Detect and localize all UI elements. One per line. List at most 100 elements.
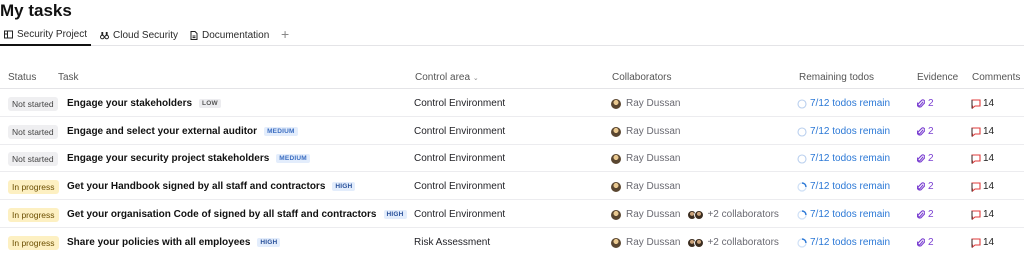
task-title[interactable]: Share your policies with all employees [67, 237, 250, 248]
more-collaborators[interactable]: +2 collaborators [707, 237, 778, 248]
comments-value: 14 [983, 98, 995, 109]
status-badge[interactable]: In progress [8, 179, 59, 194]
evidence-count[interactable]: 2 [917, 229, 934, 255]
column-control-area[interactable]: Control area ⌄ [415, 72, 479, 83]
board-icon [4, 30, 13, 39]
task-title[interactable]: Get your Handbook signed by all staff an… [67, 181, 325, 192]
control-area-label: Control Environment [414, 181, 506, 192]
avatar [611, 237, 621, 248]
comments-value: 14 [983, 209, 995, 220]
table-row[interactable]: Not started Engage your stakeholders LOW Co… [0, 90, 1024, 117]
comment-flag-icon [971, 98, 981, 109]
collaborators-cell[interactable]: Ray Dussan +2 collaborators [611, 201, 779, 228]
status-badge[interactable]: Not started [8, 96, 58, 111]
control-area-cell: Control Environment [414, 201, 505, 228]
evidence-count[interactable]: 2 [917, 145, 934, 172]
comments-value: 14 [983, 153, 995, 164]
status-cell: Not started [8, 118, 58, 145]
status-badge[interactable]: In progress [8, 235, 59, 250]
task-title[interactable]: Engage your security project stakeholder… [67, 153, 269, 164]
collaborators-cell[interactable]: Ray Dussan [611, 145, 680, 172]
avatar [611, 153, 621, 164]
table-row[interactable]: Not started Engage your security project … [0, 145, 1024, 172]
tab-documentation[interactable]: Documentation [190, 25, 269, 45]
binoculars-icon [100, 31, 109, 39]
comments-count[interactable]: 14 [971, 173, 994, 200]
todos-label: 7/12 todos remain [810, 181, 891, 192]
collaborator-name: Ray Dussan [626, 181, 681, 192]
comments-count[interactable]: 14 [971, 201, 994, 228]
priority-badge: MEDIUM [264, 127, 298, 136]
control-area-label: Risk Assessment [414, 237, 491, 248]
remaining-todos[interactable]: 7/12 todos remain [797, 90, 890, 117]
todos-label: 7/12 todos remain [810, 98, 891, 109]
comment-flag-icon [971, 237, 981, 248]
comments-count[interactable]: 14 [971, 118, 994, 145]
tab-label: Security Project [17, 29, 88, 40]
comments-count[interactable]: 14 [971, 145, 994, 172]
task-cell: Engage your stakeholders LOW [67, 90, 221, 117]
paperclip-icon [917, 98, 925, 108]
priority-badge: LOW [199, 99, 221, 108]
tab-label: Cloud Security [113, 29, 179, 41]
column-comments[interactable]: Comments [972, 72, 1020, 83]
collaborators-cell[interactable]: Ray Dussan [611, 173, 680, 200]
status-badge[interactable]: Not started [8, 124, 58, 139]
table-row[interactable]: In progress Get your Handbook signed by a… [0, 173, 1024, 200]
collaborators-cell[interactable]: Ray Dussan [611, 90, 680, 117]
task-cell: Engage and select your external auditor M… [67, 118, 298, 145]
evidence-count[interactable]: 2 [917, 90, 934, 117]
paperclip-icon [917, 126, 925, 136]
evidence-count[interactable]: 2 [917, 201, 934, 228]
remaining-todos[interactable]: 7/12 todos remain [797, 145, 890, 172]
remaining-todos[interactable]: 7/12 todos remain [797, 201, 890, 228]
table-row[interactable]: In progress Get your organisation Code of… [0, 201, 1024, 228]
control-area-cell: Control Environment [414, 145, 505, 172]
task-title[interactable]: Get your organisation Code of signed by … [67, 209, 377, 220]
remaining-todos[interactable]: 7/12 todos remain [797, 173, 890, 200]
avatar [611, 209, 621, 220]
column-remaining-todos[interactable]: Remaining todos [799, 72, 874, 83]
avatar [611, 98, 621, 109]
comments-count[interactable]: 14 [971, 90, 994, 117]
avatar-stack [687, 237, 705, 248]
status-badge[interactable]: In progress [8, 207, 59, 222]
column-status[interactable]: Status [8, 72, 36, 83]
status-cell: In progress [8, 229, 59, 255]
table-row[interactable]: In progress Share your policies with all … [0, 229, 1024, 255]
task-title[interactable]: Engage and select your external auditor [67, 126, 257, 137]
remaining-todos[interactable]: 7/12 todos remain [797, 229, 890, 255]
control-area-cell: Control Environment [414, 90, 505, 117]
remaining-todos[interactable]: 7/12 todos remain [797, 118, 890, 145]
comments-count[interactable]: 14 [971, 229, 994, 255]
evidence-value: 2 [928, 153, 934, 164]
comment-flag-icon [971, 209, 981, 220]
priority-badge: MEDIUM [276, 154, 310, 163]
status-cell: Not started [8, 90, 58, 117]
task-title[interactable]: Engage your stakeholders [67, 98, 192, 109]
column-task[interactable]: Task [58, 72, 79, 83]
control-area-label: Control Environment [414, 209, 506, 220]
avatar [611, 126, 621, 137]
column-collaborators[interactable]: Collaborators [612, 72, 671, 83]
column-label: Control area [415, 72, 471, 83]
collaborators-cell[interactable]: Ray Dussan +2 collaborators [611, 229, 779, 255]
evidence-count[interactable]: 2 [917, 118, 934, 145]
column-evidence[interactable]: Evidence [917, 72, 958, 83]
more-collaborators[interactable]: +2 collaborators [707, 209, 778, 220]
priority-badge: HIGH [383, 210, 407, 219]
add-tab-button[interactable]: + [281, 26, 289, 42]
table-header: Status Task Control area ⌄ Collaborators… [0, 71, 1024, 89]
evidence-value: 2 [928, 237, 934, 248]
avatar [611, 181, 621, 192]
tab-cloud-security[interactable]: Cloud Security [100, 25, 178, 45]
collaborators-cell[interactable]: Ray Dussan [611, 118, 680, 145]
chevron-down-icon: ⌄ [472, 75, 479, 82]
evidence-count[interactable]: 2 [917, 173, 934, 200]
status-badge[interactable]: Not started [8, 151, 58, 166]
todos-label: 7/12 todos remain [810, 237, 891, 248]
evidence-value: 2 [928, 126, 934, 137]
table-row[interactable]: Not started Engage and select your extern… [0, 118, 1024, 145]
control-area-label: Control Environment [414, 126, 506, 137]
tab-security-project[interactable]: Security Project [0, 25, 92, 46]
